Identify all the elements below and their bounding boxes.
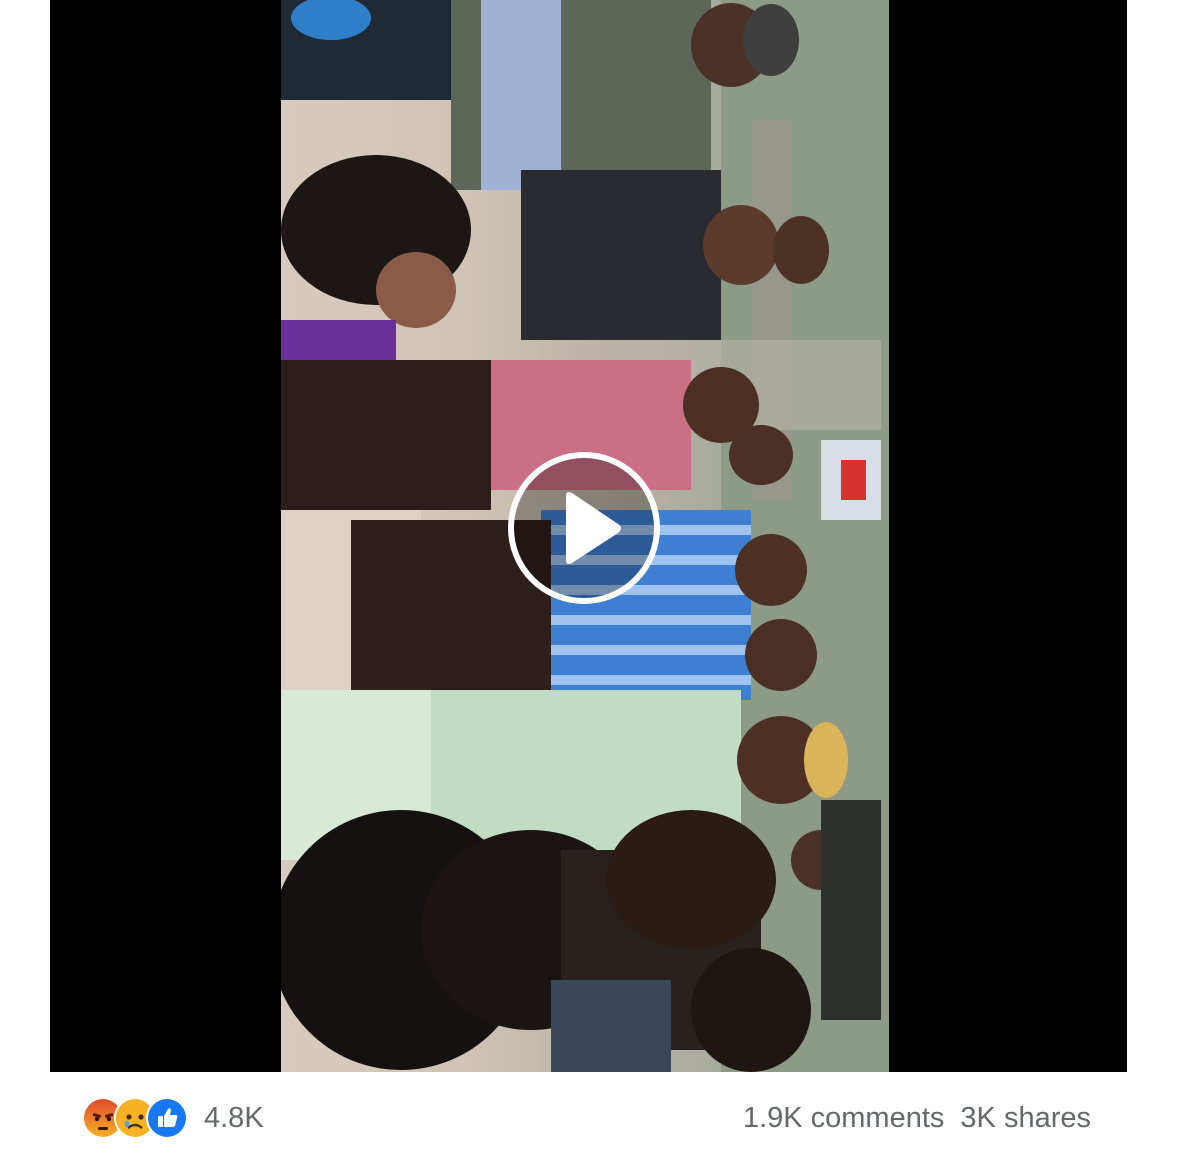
like-reaction-icon: [146, 1097, 188, 1139]
play-button[interactable]: [508, 452, 660, 604]
reactions-summary[interactable]: 4.8K: [82, 1097, 264, 1139]
engagement-stats: 1.9K comments 3K shares: [743, 1102, 1091, 1135]
post-card: 4.8K 1.9K comments 3K shares: [50, 0, 1127, 1164]
play-icon: [566, 492, 621, 564]
post-footer: 4.8K 1.9K comments 3K shares: [50, 1072, 1127, 1164]
shares-count-link[interactable]: 3K shares: [960, 1102, 1091, 1135]
comments-count-link[interactable]: 1.9K comments: [743, 1102, 944, 1135]
reaction-count[interactable]: 4.8K: [204, 1102, 264, 1135]
video-player[interactable]: [50, 0, 1127, 1072]
